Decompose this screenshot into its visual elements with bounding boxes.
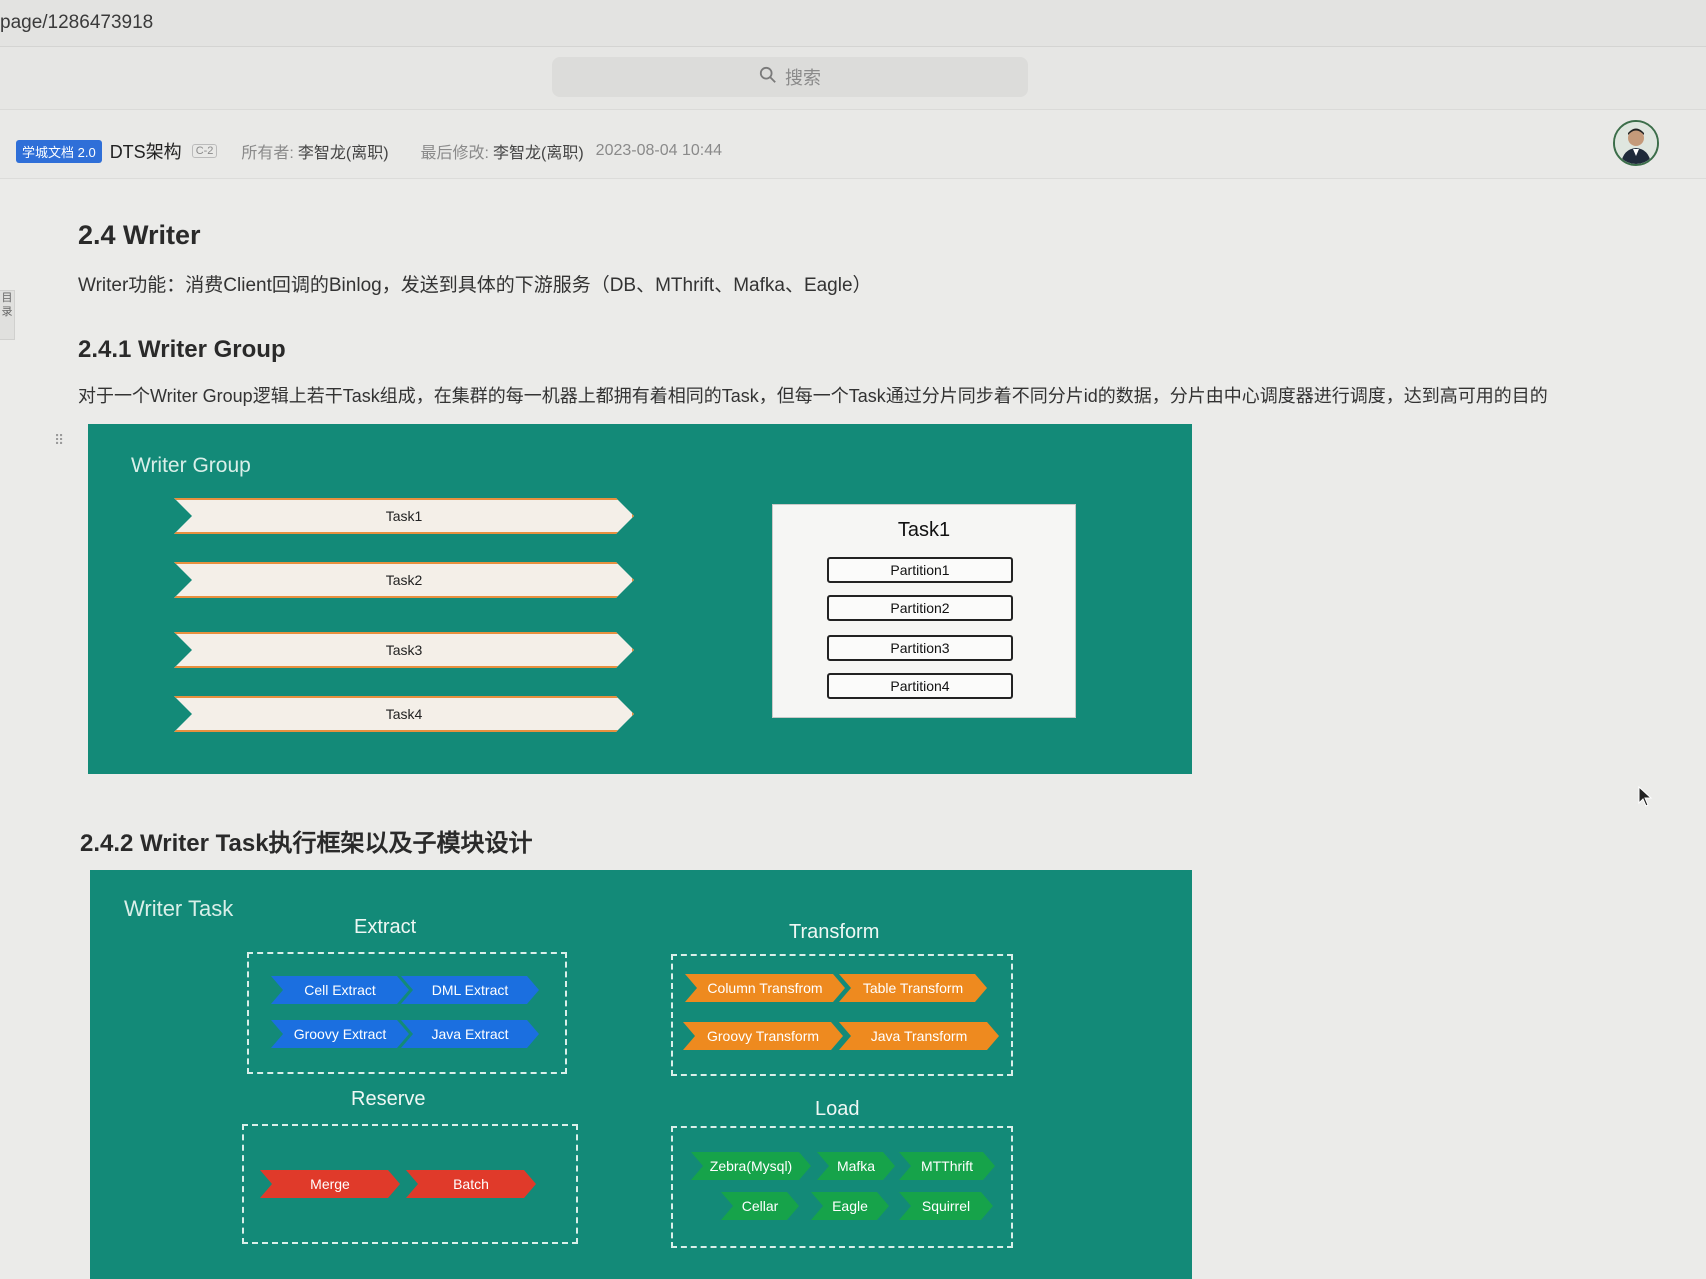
owner-label: 所有者: — [241, 145, 294, 162]
diagram-title: Writer Task — [124, 896, 234, 921]
transform-title: Transform — [789, 921, 880, 943]
load-chip: Mafka — [817, 1152, 895, 1180]
load-box: Zebra(Mysql) Mafka MTThrift Cellar Eagle… — [671, 1126, 1013, 1248]
browser-url-bar[interactable]: page/1286473918 — [0, 0, 1706, 47]
modified-time: 2023-08-04 10:44 — [595, 142, 722, 159]
cursor-icon — [1638, 785, 1654, 813]
task-arrow: Task4 — [174, 696, 634, 732]
reserve-chip: Merge — [260, 1170, 400, 1198]
avatar[interactable] — [1613, 120, 1659, 166]
load-chip: Squirrel — [899, 1192, 993, 1220]
search-icon — [759, 66, 777, 89]
modified-by[interactable]: 李智龙(离职) — [493, 139, 584, 163]
transform-box: Column Transfrom Table Transform Groovy … — [671, 954, 1013, 1076]
transform-chip: Column Transfrom — [685, 974, 845, 1002]
task-detail-title: Task1 — [897, 519, 951, 541]
reserve-chip: Batch — [406, 1170, 536, 1198]
owner-name[interactable]: 李智龙(离职) — [298, 139, 389, 163]
paragraph-writer: Writer功能：消费Client回调的Binlog，发送到具体的下游服务（DB… — [78, 275, 872, 296]
task-arrow: Task3 — [174, 632, 634, 668]
writer-task-diagram: Writer Task Extract Cell Extract DML Ext… — [90, 870, 1192, 1279]
extract-title: Extract — [354, 916, 417, 938]
partition-box: Partition2 — [827, 595, 1013, 621]
drag-handle-icon[interactable]: ⠿ — [54, 432, 64, 449]
modified-label: 最后修改: — [420, 145, 489, 162]
heading-writer: 2.4 Writer — [78, 220, 201, 250]
heading-writer-task: 2.4.2 Writer Task执行框架以及子模块设计 — [80, 830, 533, 857]
partition-box: Partition4 — [827, 673, 1013, 699]
paragraph-writer-group: 对于一个Writer Group逻辑上若干Task组成，在集群的每一机器上都拥有… — [78, 386, 1548, 406]
extract-chip: DML Extract — [401, 976, 539, 1004]
partition-box: Partition1 — [827, 557, 1013, 583]
doc-badge: 学城文档 2.0 — [16, 139, 102, 163]
load-chip: Zebra(Mysql) — [691, 1152, 811, 1180]
diagram-title: Writer Group — [131, 454, 251, 477]
reserve-title: Reserve — [351, 1088, 426, 1110]
url-text[interactable]: page/1286473918 — [0, 12, 153, 34]
task-detail-box: Task1 Partition1 Partition2 Partition3 P… — [772, 504, 1076, 718]
heading-writer-group: 2.4.1 Writer Group — [78, 336, 286, 363]
top-bar: 搜索 — [0, 47, 1706, 110]
doc-info-bar: 学城文档 2.0 DTS架构 C-2 所有者: 李智龙(离职) 最后修改: 李智… — [0, 110, 1706, 179]
extract-box: Cell Extract DML Extract Groovy Extract … — [247, 952, 567, 1074]
partition-box: Partition3 — [827, 635, 1013, 661]
toc-toggle-button[interactable]: 目录 — [0, 290, 15, 340]
search-input[interactable]: 搜索 — [552, 57, 1028, 97]
extract-chip: Java Extract — [401, 1020, 539, 1048]
doc-version: C-2 — [191, 144, 218, 158]
extract-chip: Cell Extract — [271, 976, 409, 1004]
transform-chip: Java Transform — [839, 1022, 999, 1050]
reserve-box: Merge Batch — [242, 1124, 578, 1244]
load-title: Load — [815, 1098, 860, 1120]
transform-chip: Table Transform — [839, 974, 987, 1002]
search-placeholder: 搜索 — [785, 68, 821, 88]
writer-group-diagram: Writer Group Task1 Task2 Task3 Task4 Tas… — [88, 424, 1192, 774]
load-chip: MTThrift — [899, 1152, 995, 1180]
load-chip: Cellar — [721, 1192, 799, 1220]
load-chip: Eagle — [811, 1192, 889, 1220]
transform-chip: Groovy Transform — [683, 1022, 843, 1050]
task-arrow: Task2 — [174, 562, 634, 598]
extract-chip: Groovy Extract — [271, 1020, 409, 1048]
doc-title[interactable]: DTS架构 — [110, 138, 182, 164]
task-arrow: Task1 — [174, 498, 634, 534]
